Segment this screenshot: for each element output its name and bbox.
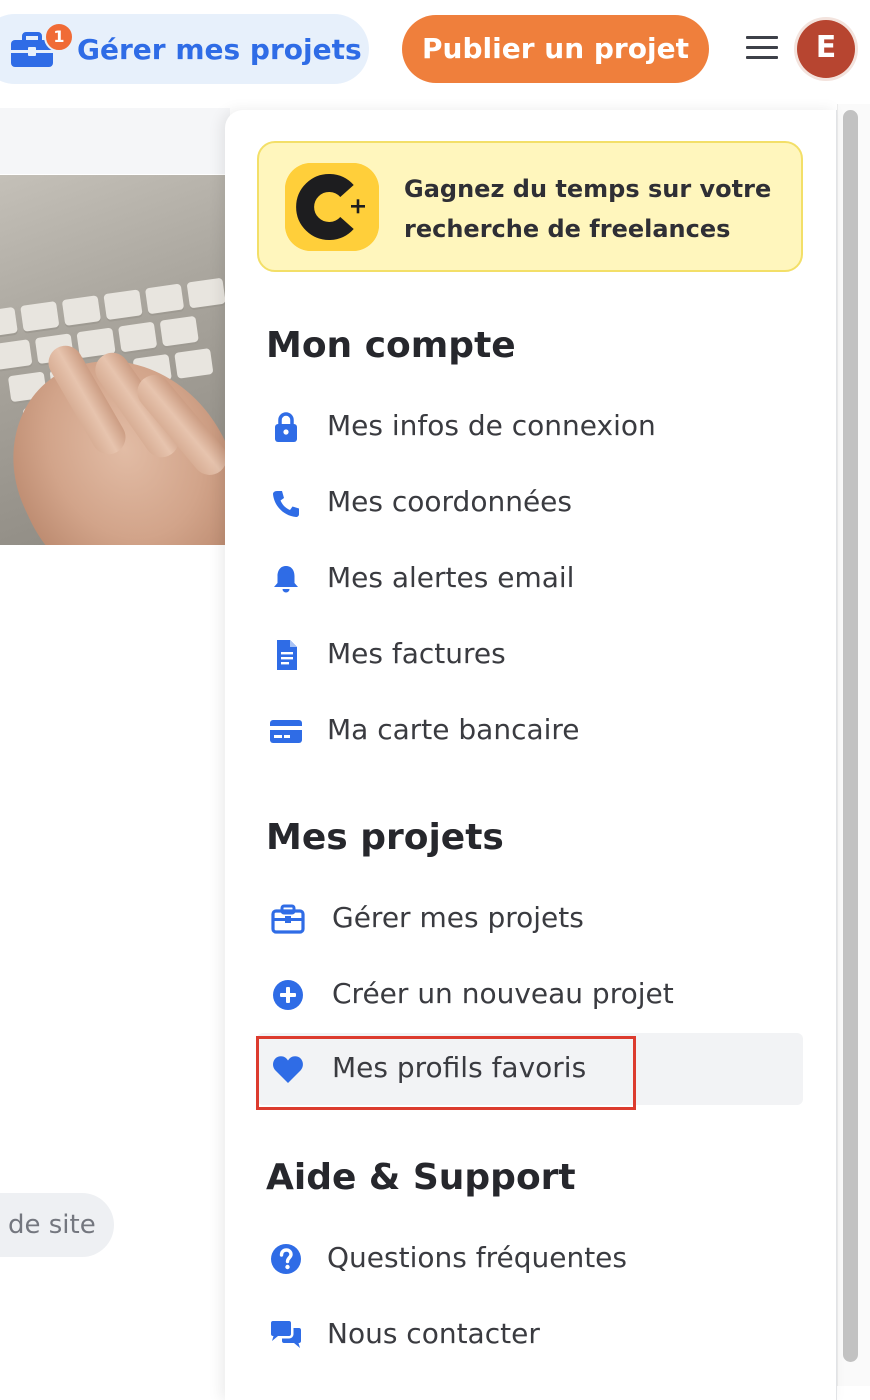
menu-item-contact-us[interactable]: Nous contacter xyxy=(257,1299,803,1371)
menu-item-manage-projects[interactable]: Gérer mes projets xyxy=(257,883,803,955)
publish-project-button[interactable]: Publier un projet xyxy=(402,15,709,83)
user-avatar[interactable]: E xyxy=(797,20,855,78)
heart-icon xyxy=(271,1053,305,1085)
menu-item-contact-details[interactable]: Mes coordonnées xyxy=(257,467,803,539)
briefcase-icon xyxy=(271,903,305,935)
freelance-search-promo[interactable]: Gagnez du temps sur votre recherche de f… xyxy=(257,141,803,272)
menu-item-favorite-profiles[interactable]: Mes profils favoris xyxy=(257,1033,803,1105)
section-title-account: Mon compte xyxy=(266,325,516,366)
menu-item-login-info[interactable]: Mes infos de connexion xyxy=(257,391,803,463)
menu-item-label: Mes infos de connexion xyxy=(327,409,656,442)
manage-projects-label: Gérer mes projets xyxy=(77,33,362,66)
top-navigation-bar: 1 Gérer mes projets Publier un projet E xyxy=(0,0,870,104)
section-title-help-support: Aide & Support xyxy=(266,1157,576,1198)
lock-icon xyxy=(269,411,303,443)
menu-item-label: Mes alertes email xyxy=(327,561,575,594)
promo-text: Gagnez du temps sur votre recherche de f… xyxy=(404,175,772,243)
menu-item-label: Ma carte bancaire xyxy=(327,713,580,746)
invoice-icon xyxy=(269,639,303,671)
menu-item-label: Mes coordonnées xyxy=(327,485,572,518)
plus-circle-icon xyxy=(271,979,305,1011)
codeur-plus-logo xyxy=(285,163,379,251)
menu-item-invoices[interactable]: Mes factures xyxy=(257,619,803,691)
menu-item-label: Gérer mes projets xyxy=(332,901,584,934)
phone-icon xyxy=(269,487,303,519)
question-circle-icon xyxy=(269,1243,303,1275)
chat-bubbles-icon xyxy=(269,1319,303,1351)
menu-item-bank-card[interactable]: Ma carte bancaire xyxy=(257,695,803,767)
bell-icon xyxy=(269,563,303,595)
credit-card-icon xyxy=(269,715,303,747)
menu-item-label: Nous contacter xyxy=(327,1317,540,1350)
menu-item-faq[interactable]: Questions fréquentes xyxy=(257,1223,803,1295)
hamburger-icon[interactable] xyxy=(746,36,778,64)
scrollbar-thumb[interactable] xyxy=(843,110,858,1362)
menu-item-label: Questions fréquentes xyxy=(327,1241,627,1274)
notification-badge: 1 xyxy=(44,22,74,52)
hero-image-keyboard-hands xyxy=(0,175,225,545)
site-tag-pill[interactable]: de site xyxy=(0,1193,114,1257)
menu-item-create-project[interactable]: Créer un nouveau projet xyxy=(257,959,803,1031)
menu-item-label: Mes factures xyxy=(327,637,506,670)
menu-item-label: Mes profils favoris xyxy=(332,1051,587,1084)
menu-item-label: Créer un nouveau projet xyxy=(332,977,674,1010)
menu-item-email-alerts[interactable]: Mes alertes email xyxy=(257,543,803,615)
section-title-projects: Mes projets xyxy=(266,817,504,858)
manage-projects-button[interactable]: 1 Gérer mes projets xyxy=(0,14,369,84)
background-page-strip xyxy=(0,108,230,174)
